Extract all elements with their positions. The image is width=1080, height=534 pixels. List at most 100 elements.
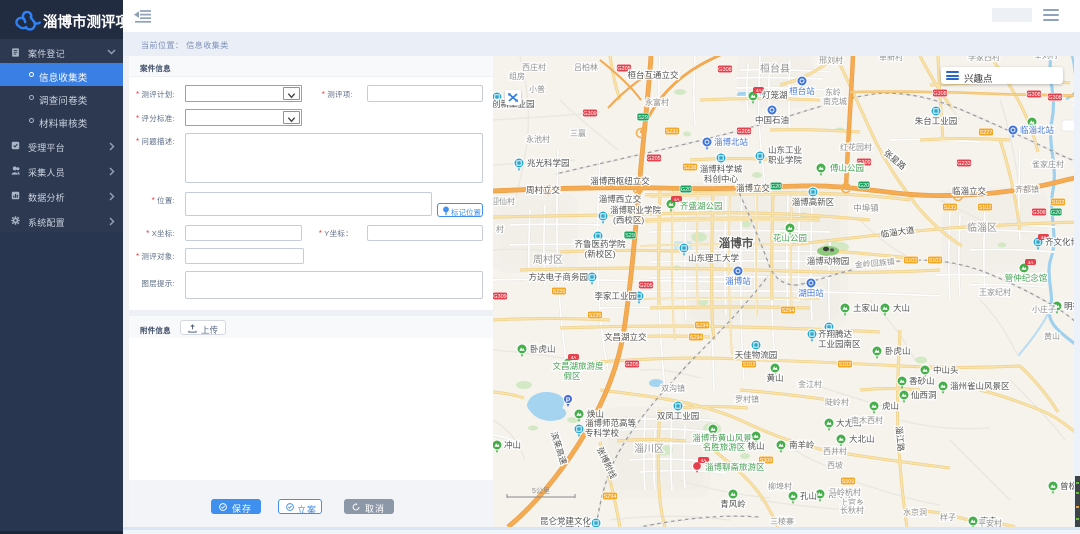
svg-text:中山头: 中山头 xyxy=(933,365,959,375)
svg-text:中国石油: 中国石油 xyxy=(755,115,789,125)
svg-text:G309: G309 xyxy=(493,294,506,300)
svg-text:齐鲁医药学院: 齐鲁医药学院 xyxy=(574,239,626,249)
svg-text:湖田站: 湖田站 xyxy=(798,288,824,298)
svg-text:科创中心: 科创中心 xyxy=(704,174,739,184)
svg-text:李家工业园: 李家工业园 xyxy=(594,291,637,301)
svg-text:大山: 大山 xyxy=(893,303,910,313)
svg-text:香砂山: 香砂山 xyxy=(909,376,935,386)
svg-text:G308: G308 xyxy=(1027,92,1040,98)
svg-text:天佳物流园: 天佳物流园 xyxy=(735,350,778,360)
svg-text:样子: 样子 xyxy=(940,512,956,522)
svg-text:齐翔腾达: 齐翔腾达 xyxy=(818,329,853,339)
svg-text:S29: S29 xyxy=(638,115,648,121)
svg-text:G308: G308 xyxy=(718,67,731,73)
svg-text:傅山公园: 傅山公园 xyxy=(830,163,864,173)
svg-text:S235: S235 xyxy=(589,313,602,319)
svg-text:淄博北站: 淄博北站 xyxy=(714,137,749,147)
svg-text:桓台站: 桓台站 xyxy=(789,86,815,96)
svg-text:永池村: 永池村 xyxy=(526,134,550,144)
svg-text:G20: G20 xyxy=(859,183,869,189)
svg-text:G308: G308 xyxy=(1048,95,1061,101)
svg-text:周村立交: 周村立交 xyxy=(526,185,561,195)
svg-text:淄博站: 淄博站 xyxy=(725,276,751,286)
svg-text:4A: 4A xyxy=(756,88,762,93)
svg-text:仙西洞: 仙西洞 xyxy=(911,390,937,400)
svg-text:S102: S102 xyxy=(1052,200,1065,206)
svg-text:莘刘村: 莘刘村 xyxy=(1034,56,1058,60)
svg-text:文昌湖立交: 文昌湖立交 xyxy=(604,332,647,342)
svg-text:S294: S294 xyxy=(604,494,617,500)
svg-text:G308: G308 xyxy=(933,91,946,97)
svg-text:(新校区): (新校区) xyxy=(584,249,615,259)
svg-text:桃山: 桃山 xyxy=(747,441,764,451)
svg-text:西井村: 西井村 xyxy=(823,446,847,456)
svg-text:土家山: 土家山 xyxy=(853,303,879,313)
svg-text:S235: S235 xyxy=(553,289,566,295)
svg-text:齐盛湖公园: 齐盛湖公园 xyxy=(680,201,723,211)
svg-text:齐都镇: 齐都镇 xyxy=(1015,184,1039,194)
svg-text:G205: G205 xyxy=(737,129,750,135)
svg-text:小普: 小普 xyxy=(529,84,545,94)
svg-text:双沟镇: 双沟镇 xyxy=(661,383,685,393)
svg-text:职业学院: 职业学院 xyxy=(768,155,803,165)
svg-text:S294: S294 xyxy=(782,308,795,314)
svg-text:陡岭村: 陡岭村 xyxy=(825,397,849,407)
svg-text:G20: G20 xyxy=(771,184,781,190)
svg-text:黄山: 黄山 xyxy=(1044,331,1060,341)
svg-text:淄博立交: 淄博立交 xyxy=(736,183,771,193)
svg-text:(西校区): (西校区) xyxy=(613,215,644,225)
svg-text:焕山: 焕山 xyxy=(587,409,604,419)
svg-text:长秋村: 长秋村 xyxy=(840,505,864,515)
svg-text:G233: G233 xyxy=(957,161,970,167)
svg-text:管仲纪念馆: 管仲纪念馆 xyxy=(1005,273,1048,283)
svg-text:卧虎山: 卧虎山 xyxy=(530,344,556,354)
svg-text:南木西村: 南木西村 xyxy=(851,415,883,425)
svg-text:红花园村: 红花园村 xyxy=(840,142,872,152)
svg-text:S102: S102 xyxy=(979,205,992,211)
svg-text:S294: S294 xyxy=(690,335,703,341)
svg-text:革新村: 革新村 xyxy=(879,56,903,62)
svg-text:临淄区: 临淄区 xyxy=(967,221,997,234)
svg-text:G205: G205 xyxy=(625,362,638,368)
svg-text:方达电子商务园: 方达电子商务园 xyxy=(528,272,588,282)
svg-text:淄博科学城: 淄博科学城 xyxy=(700,164,743,174)
svg-text:三棱寨: 三棱寨 xyxy=(770,516,794,526)
svg-text:南克城: 南克城 xyxy=(823,96,847,106)
svg-text:虎山: 虎山 xyxy=(882,401,899,411)
svg-text:吕柏林: 吕柏林 xyxy=(574,62,598,72)
svg-text:青风岭: 青风岭 xyxy=(720,499,746,509)
svg-text:S102: S102 xyxy=(743,362,756,368)
svg-text:G20: G20 xyxy=(681,187,691,193)
svg-text:卧虎山: 卧虎山 xyxy=(885,346,911,356)
svg-text:淄川区: 淄川区 xyxy=(634,443,664,455)
svg-text:S231: S231 xyxy=(666,129,679,135)
svg-text:淄博西枢纽立交: 淄博西枢纽立交 xyxy=(590,176,650,186)
svg-text:村: 村 xyxy=(496,224,504,234)
svg-text:王家纪村: 王家纪村 xyxy=(979,287,1011,297)
svg-text:G309: G309 xyxy=(583,111,596,117)
svg-text:孔山: 孔山 xyxy=(800,491,817,501)
svg-text:S227: S227 xyxy=(980,130,993,136)
svg-text:水京洞: 水京洞 xyxy=(903,507,927,517)
svg-text:西坡: 西坡 xyxy=(827,460,843,470)
svg-text:G205: G205 xyxy=(647,156,660,162)
svg-text:淄博聊斋旅游区: 淄博聊斋旅游区 xyxy=(705,462,765,472)
svg-text:小庄子: 小庄子 xyxy=(1032,304,1056,314)
svg-text:淄博动物园: 淄博动物园 xyxy=(807,256,850,266)
svg-text:黄山: 黄山 xyxy=(766,373,783,383)
svg-text:淄博市: 淄博市 xyxy=(719,236,754,250)
svg-text:罗村镇: 罗村镇 xyxy=(735,394,759,404)
svg-text:G308: G308 xyxy=(1032,210,1045,216)
svg-text:马岭杭村: 马岭杭村 xyxy=(829,487,861,497)
svg-text:西庄村: 西庄村 xyxy=(522,62,546,72)
svg-text:中埠镇: 中埠镇 xyxy=(853,203,879,213)
svg-text:兆光科学园: 兆光科学园 xyxy=(527,158,570,168)
svg-text:平安村: 平安村 xyxy=(978,518,1002,527)
svg-text:淄博师范高等: 淄博师范高等 xyxy=(585,418,637,428)
svg-text:迎仙村: 迎仙村 xyxy=(493,196,515,206)
svg-text:双凤工业园: 双凤工业园 xyxy=(657,411,700,421)
svg-text:专科学校: 专科学校 xyxy=(585,428,620,438)
svg-text:山东理工大学: 山东理工大学 xyxy=(688,253,740,263)
svg-text:三赢: 三赢 xyxy=(570,128,586,138)
svg-text:大北山: 大北山 xyxy=(849,434,875,444)
